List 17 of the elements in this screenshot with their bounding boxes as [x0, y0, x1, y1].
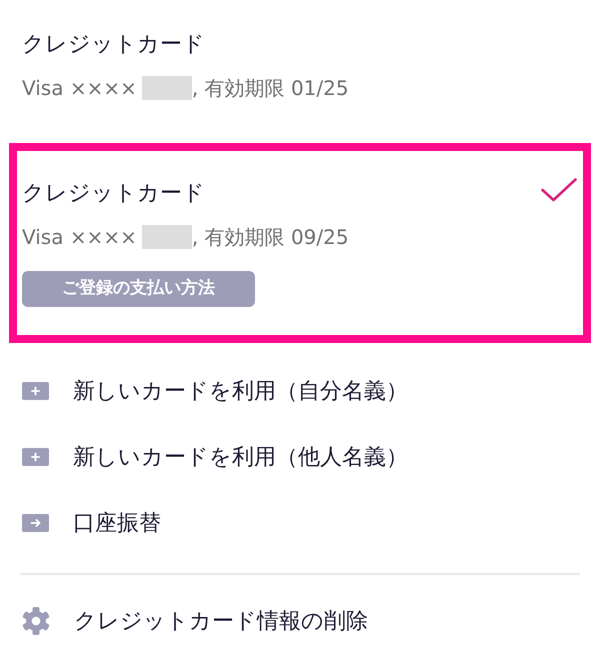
card-brand-number: Visa ××××	[22, 225, 137, 249]
redaction-block	[142, 225, 192, 249]
menu-item[interactable]: クレジットカード情報の削除	[22, 588, 372, 654]
menu-item[interactable]: 新しいカードを利用（自分名義）	[22, 358, 412, 424]
settings-icon	[22, 607, 50, 635]
menu-item[interactable]: 口座振替	[22, 490, 165, 556]
plus-icon	[22, 382, 49, 400]
selected-card-frame[interactable]: クレジットカード Visa ×××× , 有効期限 09/25 ご登録の支払い方法	[9, 143, 591, 343]
redaction-block	[142, 76, 192, 100]
default-payment-badge: ご登録の支払い方法	[22, 271, 255, 307]
card-brand-number: Visa ××××	[22, 76, 137, 100]
card-title: クレジットカード	[22, 33, 205, 57]
card-title: クレジットカード	[22, 182, 205, 206]
menu-item[interactable]: 新しいカードを利用（他人名義）	[22, 424, 412, 490]
card-expiry: , 有効期限 01/25	[192, 76, 349, 100]
card-expiry: , 有効期限 09/25	[192, 225, 349, 249]
plus-icon	[22, 448, 49, 466]
